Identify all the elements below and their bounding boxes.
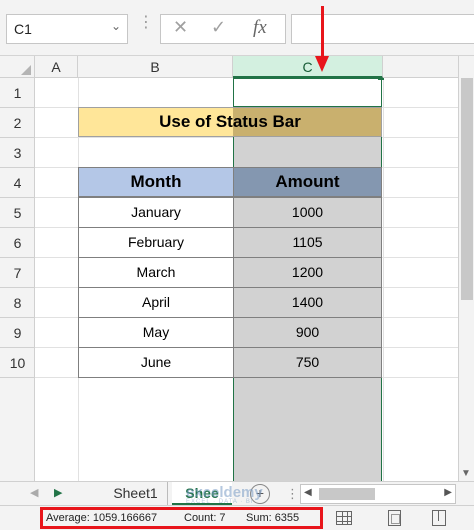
column-header-c[interactable]: C: [233, 56, 383, 78]
exceldemy-watermark-logo: exceldemy EXCEL · DATA · BI: [186, 484, 263, 505]
worksheet-grid[interactable]: Use of Status Bar Month Amount January 1…: [35, 78, 458, 481]
select-all-button[interactable]: [0, 56, 35, 78]
insert-function-icon[interactable]: fx: [253, 17, 267, 39]
month-cell[interactable]: February: [78, 227, 234, 258]
enter-icon[interactable]: ✓: [211, 17, 226, 38]
tab-splitter-icon[interactable]: ⋮: [286, 486, 299, 502]
month-cell[interactable]: June: [78, 347, 234, 378]
formula-bar-grip-icon: ⋮: [138, 14, 154, 31]
row-header[interactable]: 4: [0, 168, 35, 198]
amount-cell[interactable]: 1000: [233, 197, 382, 228]
fill-handle[interactable]: [378, 78, 384, 80]
formula-input[interactable]: [291, 14, 474, 44]
formula-bar: C1 ⌄ ⋮ ✕ ✓ fx: [0, 0, 474, 56]
row-header[interactable]: 9: [0, 318, 35, 348]
chevron-down-icon[interactable]: ⌄: [111, 19, 121, 33]
row-header[interactable]: 10: [0, 348, 35, 378]
row-header[interactable]: 7: [0, 258, 35, 288]
month-cell[interactable]: May: [78, 317, 234, 348]
row-header[interactable]: 3: [0, 138, 35, 168]
scroll-right-icon[interactable]: ▶: [444, 487, 452, 498]
normal-view-icon[interactable]: [336, 511, 352, 525]
arrow-shaft: [321, 6, 324, 58]
amount-cell[interactable]: 1105: [233, 227, 382, 258]
row-header[interactable]: 1: [0, 78, 35, 108]
column-header-b[interactable]: B: [78, 56, 233, 78]
name-box[interactable]: C1 ⌄: [6, 14, 128, 44]
next-sheet-icon[interactable]: ▶: [54, 486, 62, 499]
row-headers: 1 2 3 4 5 6 7 8 9 10: [0, 78, 35, 481]
horizontal-scrollbar[interactable]: ◀ ▶: [300, 484, 456, 504]
amount-cell[interactable]: 1200: [233, 257, 382, 288]
prev-sheet-icon[interactable]: ◀: [30, 486, 38, 499]
status-sum-label: Sum:: [246, 512, 272, 524]
month-cell[interactable]: January: [78, 197, 234, 228]
scroll-down-icon[interactable]: ▼: [461, 468, 471, 479]
active-cell-c1[interactable]: [233, 78, 382, 107]
arrow-down-icon: [315, 56, 329, 72]
amount-cell[interactable]: 750: [233, 347, 382, 378]
header-month[interactable]: Month: [78, 167, 234, 197]
month-cell[interactable]: April: [78, 287, 234, 318]
row-header[interactable]: 8: [0, 288, 35, 318]
scroll-left-icon[interactable]: ◀: [304, 487, 312, 498]
status-count-label: Count:: [184, 512, 217, 524]
amount-cell[interactable]: 900: [233, 317, 382, 348]
status-count-value: 7: [219, 512, 226, 524]
status-average-value: 1059.166667: [92, 512, 158, 524]
status-bar: Average: 1059.166667 Count: 7 Sum: 6355: [0, 505, 474, 530]
header-amount[interactable]: Amount: [233, 167, 382, 197]
column-header-a[interactable]: A: [35, 56, 78, 78]
grid-line: [383, 78, 384, 481]
name-box-value: C1: [14, 21, 32, 37]
page-break-preview-icon[interactable]: [432, 510, 446, 526]
status-sum-value: 6355: [274, 512, 300, 524]
cancel-icon[interactable]: ✕: [173, 17, 188, 38]
select-all-icon: [21, 65, 31, 75]
formula-buttons: ✕ ✓ fx: [160, 14, 286, 44]
vertical-scrollbar[interactable]: ▼: [458, 56, 474, 481]
row-header[interactable]: 6: [0, 228, 35, 258]
horizontal-scroll-thumb[interactable]: [319, 488, 375, 500]
month-cell[interactable]: March: [78, 257, 234, 288]
tab-sheet1[interactable]: Sheet1: [104, 482, 168, 506]
row-header[interactable]: 2: [0, 108, 35, 138]
amount-cell[interactable]: 1400: [233, 287, 382, 318]
status-average[interactable]: Average: 1059.166667: [46, 512, 157, 524]
sheet-title: Use of Status Bar: [159, 112, 301, 131]
row-header[interactable]: 5: [0, 198, 35, 228]
column-headers: A B C: [0, 56, 474, 78]
page-layout-view-icon[interactable]: [388, 510, 401, 526]
status-average-label: Average:: [46, 512, 90, 524]
status-sum[interactable]: Sum: 6355: [246, 512, 299, 524]
vertical-scroll-thumb[interactable]: [461, 78, 473, 300]
red-arrow-annotation: [315, 6, 329, 74]
status-count[interactable]: Count: 7: [184, 512, 226, 524]
